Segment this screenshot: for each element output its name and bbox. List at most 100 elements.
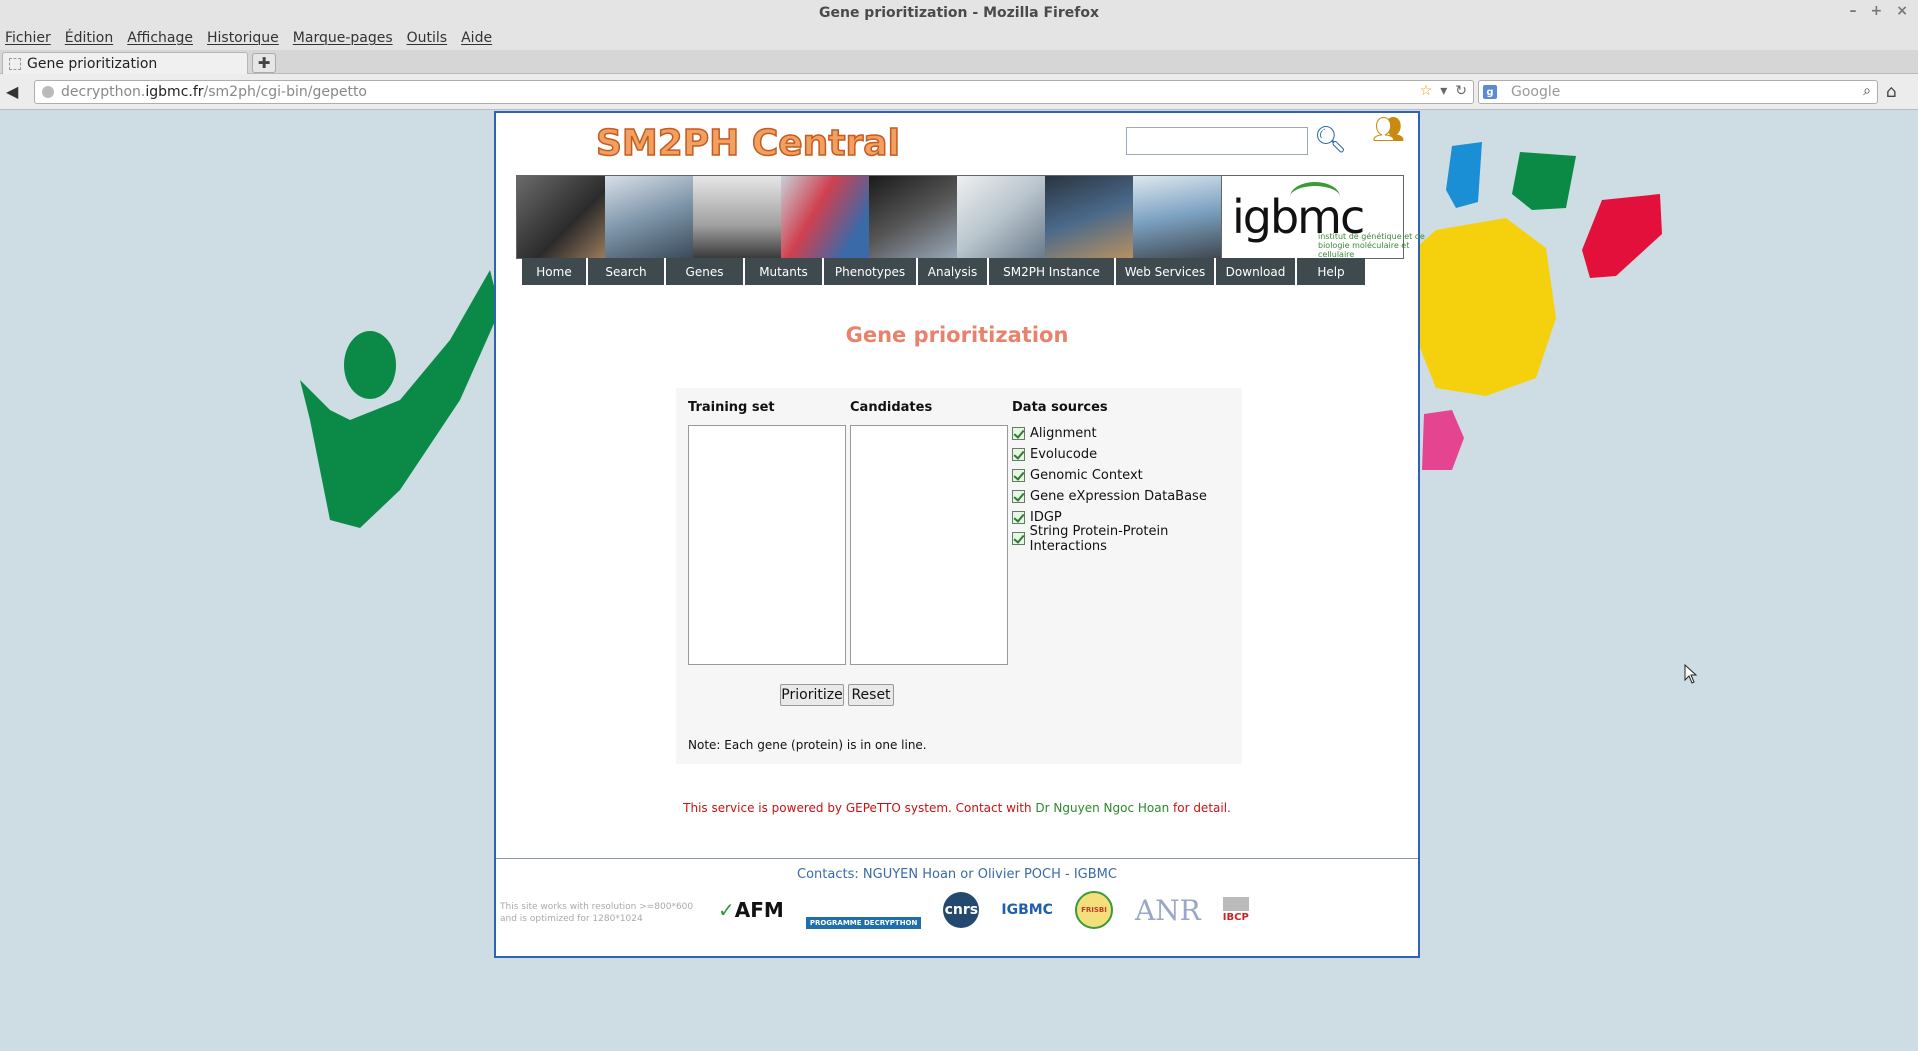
- nav-analysis[interactable]: Analysis: [918, 258, 989, 285]
- page-frame: SM2PH Central 🔍︎ 👥︎ igbmc institut de gé…: [494, 111, 1425, 958]
- main-nav: Home Search Genes Mutants Phenotypes Ana…: [522, 258, 1365, 285]
- nav-help[interactable]: Help: [1297, 258, 1365, 285]
- datasource-label: Alignment: [1030, 426, 1097, 441]
- afm-logo[interactable]: ✓AFM: [718, 898, 784, 922]
- candidates-label: Candidates: [850, 400, 933, 415]
- site-identity-icon[interactable]: [42, 86, 54, 98]
- datasource-gene-expression[interactable]: Gene eXpression DataBase: [1012, 486, 1242, 507]
- ibcp-logo[interactable]: IBCP: [1222, 897, 1249, 923]
- datasource-genomic-context[interactable]: Genomic Context: [1012, 465, 1242, 486]
- url-dropdown-icon[interactable]: ▾: [1440, 83, 1447, 99]
- nav-mutants[interactable]: Mutants: [745, 258, 824, 285]
- checkbox-checked[interactable]: [1012, 511, 1025, 524]
- window-title: Gene prioritization - Mozilla Firefox: [818, 5, 1099, 21]
- checkbox-checked[interactable]: [1012, 490, 1025, 503]
- datasource-string-ppi[interactable]: String Protein-Protein Interactions: [1012, 524, 1242, 554]
- site-search-input[interactable]: [1126, 127, 1308, 155]
- contact-link[interactable]: Dr Nguyen Ngoc Hoan: [1035, 801, 1169, 815]
- frisbi-logo[interactable]: FRISBI: [1074, 891, 1113, 929]
- decrypthon-logo[interactable]: PROGRAMME DECRYPTHON: [805, 917, 922, 929]
- datasource-label: Gene eXpression DataBase: [1030, 489, 1207, 504]
- window-titlebar: Gene prioritization - Mozilla Firefox – …: [0, 0, 1918, 26]
- checkbox-checked[interactable]: [1012, 427, 1025, 440]
- igbmc-logo: igbmc institut de génétique et de biolog…: [1221, 176, 1425, 259]
- web-search-input[interactable]: g Google ⌕: [1478, 80, 1878, 104]
- checkbox-checked[interactable]: [1012, 532, 1025, 545]
- banner-photo-screen: [869, 176, 957, 258]
- banner-photo-researcher: [957, 176, 1045, 258]
- reload-icon[interactable]: ↻: [1455, 83, 1467, 99]
- data-sources-list: Alignment Evolucode Genomic Context Gene…: [1012, 423, 1242, 554]
- banner-photo-microscope: [693, 176, 781, 258]
- reset-button[interactable]: Reset: [848, 684, 894, 706]
- plus-icon: ✚: [257, 54, 271, 72]
- datasource-label: Evolucode: [1030, 447, 1098, 462]
- nav-web-services[interactable]: Web Services: [1116, 258, 1216, 285]
- menu-affichage[interactable]: Affichage: [127, 30, 193, 46]
- users-login-icon[interactable]: 👥︎: [1372, 115, 1405, 145]
- datasource-label: String Protein-Protein Interactions: [1029, 523, 1169, 554]
- nav-genes[interactable]: Genes: [666, 258, 745, 285]
- prioritize-button[interactable]: Prioritize: [780, 684, 844, 706]
- left-figure-decoration: [300, 270, 500, 528]
- minimize-button[interactable]: –: [1850, 3, 1857, 19]
- search-placeholder: Google: [1511, 84, 1561, 100]
- nav-download[interactable]: Download: [1216, 258, 1297, 285]
- powered-by-text: This service is powered by GEPeTTO syste…: [496, 801, 1418, 815]
- menu-marque-pages[interactable]: Marque-pages: [293, 30, 393, 46]
- menu-historique[interactable]: Historique: [207, 30, 279, 46]
- data-sources-label: Data sources: [1012, 400, 1108, 415]
- datasource-alignment[interactable]: Alignment: [1012, 423, 1242, 444]
- checkbox-checked[interactable]: [1012, 469, 1025, 482]
- home-icon[interactable]: ⌂: [1886, 82, 1897, 102]
- datasource-label: Genomic Context: [1030, 468, 1143, 483]
- maximize-button[interactable]: +: [1871, 3, 1883, 19]
- google-engine-icon[interactable]: g: [1483, 85, 1497, 99]
- resolution-note-line-2: and is optimized for 1280*1024: [500, 914, 643, 924]
- navigation-toolbar: ◀ decrypthon. igbmc.fr/sm2ph/cgi-bin/gepe…: [0, 74, 1918, 110]
- training-set-textarea[interactable]: [688, 425, 846, 665]
- prioritization-form: Training set Candidates Data sources Ali…: [676, 388, 1242, 764]
- banner-photo-equipment: [1133, 176, 1221, 258]
- bookmark-star-icon[interactable]: ☆: [1420, 83, 1433, 99]
- tab-label: Gene prioritization: [27, 55, 158, 72]
- page-title: Gene prioritization: [845, 323, 1069, 347]
- tab-gene-prioritization[interactable]: Gene prioritization: [2, 52, 248, 74]
- resolution-note: This site works with resolution >=800*60…: [500, 901, 693, 925]
- banner-photo-computer: [1045, 176, 1133, 258]
- nav-phenotypes[interactable]: Phenotypes: [824, 258, 918, 285]
- footer-contacts[interactable]: Contacts: NGUYEN Hoan or Olivier POCH - …: [496, 867, 1418, 882]
- checkbox-checked[interactable]: [1012, 448, 1025, 461]
- candidates-textarea[interactable]: [850, 425, 1008, 665]
- nav-search[interactable]: Search: [588, 258, 666, 285]
- url-prefix: decrypthon.: [61, 84, 146, 100]
- page-icon: [9, 57, 21, 70]
- igbmc-sponsor-logo[interactable]: IGBMC: [1001, 902, 1053, 918]
- menu-fichier[interactable]: Fichier: [5, 30, 51, 46]
- menu-edition[interactable]: Édition: [65, 30, 113, 46]
- new-tab-button[interactable]: ✚: [252, 53, 276, 73]
- menu-outils[interactable]: Outils: [407, 30, 447, 46]
- footer-divider: [496, 858, 1418, 859]
- resolution-note-line-1: This site works with resolution >=800*60…: [500, 902, 694, 912]
- powered-text-end: for detail.: [1169, 801, 1231, 815]
- cnrs-logo[interactable]: cnrs: [943, 892, 980, 928]
- datasource-evolucode[interactable]: Evolucode: [1012, 444, 1242, 465]
- menu-aide[interactable]: Aide: [461, 30, 492, 46]
- back-button[interactable]: ◀: [6, 82, 18, 101]
- nav-sm2ph-instance[interactable]: SM2PH Instance: [989, 258, 1116, 285]
- input-note: Note: Each gene (protein) is in one line…: [688, 738, 927, 752]
- banner-photo-mouse: [517, 176, 605, 258]
- url-path: /sm2ph/cgi-bin/gepetto: [203, 84, 367, 100]
- nav-home[interactable]: Home: [522, 258, 588, 285]
- training-set-label: Training set: [688, 400, 775, 415]
- anr-logo[interactable]: ANR: [1135, 894, 1201, 927]
- close-window-button[interactable]: ×: [1896, 3, 1908, 19]
- banner-photo-samples: [781, 176, 869, 258]
- site-logo-title[interactable]: SM2PH Central: [595, 122, 900, 165]
- url-bar[interactable]: decrypthon. igbmc.fr/sm2ph/cgi-bin/gepett…: [34, 80, 1474, 104]
- magnifier-search-icon[interactable]: 🔍︎: [1314, 125, 1347, 155]
- url-host: igbmc.fr: [145, 84, 204, 100]
- mouse-cursor-icon: [1684, 664, 1698, 684]
- search-icon[interactable]: ⌕: [1863, 83, 1871, 99]
